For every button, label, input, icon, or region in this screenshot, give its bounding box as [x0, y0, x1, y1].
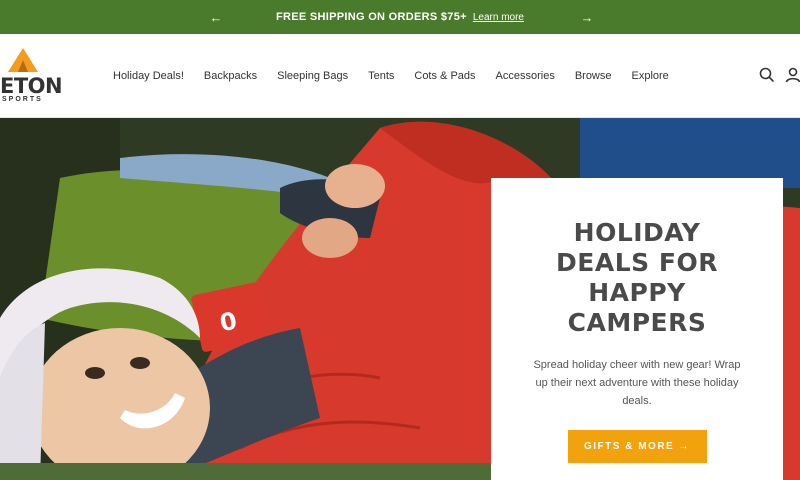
nav-item-browse[interactable]: Browse [575, 70, 612, 82]
main-nav: Holiday Deals! Backpacks Sleeping Bags T… [113, 34, 689, 118]
previous-arrow-icon[interactable]: ← [204, 0, 228, 34]
learn-more-link[interactable]: Learn more [473, 12, 524, 23]
gifts-and-more-button[interactable]: GIFTS & MORE → [567, 430, 707, 463]
nav-item-backpacks[interactable]: Backpacks [204, 70, 257, 82]
logo-subword: SPORTS [2, 96, 43, 103]
hero-banner: 0 HOLIDAY DEALS FOR HAPPY CAMPERS Spread… [0, 118, 800, 480]
announcement-bar: ← FREE SHIPPING ON ORDERS $75+ Learn mor… [0, 0, 800, 34]
announcement-message: FREE SHIPPING ON ORDERS $75+ [275, 11, 467, 23]
logo-triangle-inner [18, 60, 28, 72]
logo-wordmark: ETON [0, 74, 63, 98]
site-header: ETON SPORTS Holiday Deals! Backpacks Sle… [0, 34, 800, 118]
account-icon[interactable] [784, 66, 800, 84]
nav-item-holiday-deals[interactable]: Holiday Deals! [113, 70, 184, 82]
nav-item-sleeping-bags[interactable]: Sleeping Bags [277, 70, 348, 82]
nav-item-accessories[interactable]: Accessories [496, 70, 555, 82]
search-icon[interactable] [758, 66, 776, 84]
nav-item-explore[interactable]: Explore [632, 70, 669, 82]
hero-description: Spread holiday cheer with new gear! Wrap… [533, 359, 741, 407]
hero-promo-card: HOLIDAY DEALS FOR HAPPY CAMPERS Spread h… [491, 178, 783, 480]
brand-logo[interactable]: ETON SPORTS [0, 46, 80, 106]
next-arrow-icon[interactable]: → [575, 0, 599, 34]
hero-title: HOLIDAY DEALS FOR HAPPY CAMPERS [556, 218, 718, 337]
nav-item-cots-pads[interactable]: Cots & Pads [414, 70, 475, 82]
nav-item-tents[interactable]: Tents [368, 70, 394, 82]
